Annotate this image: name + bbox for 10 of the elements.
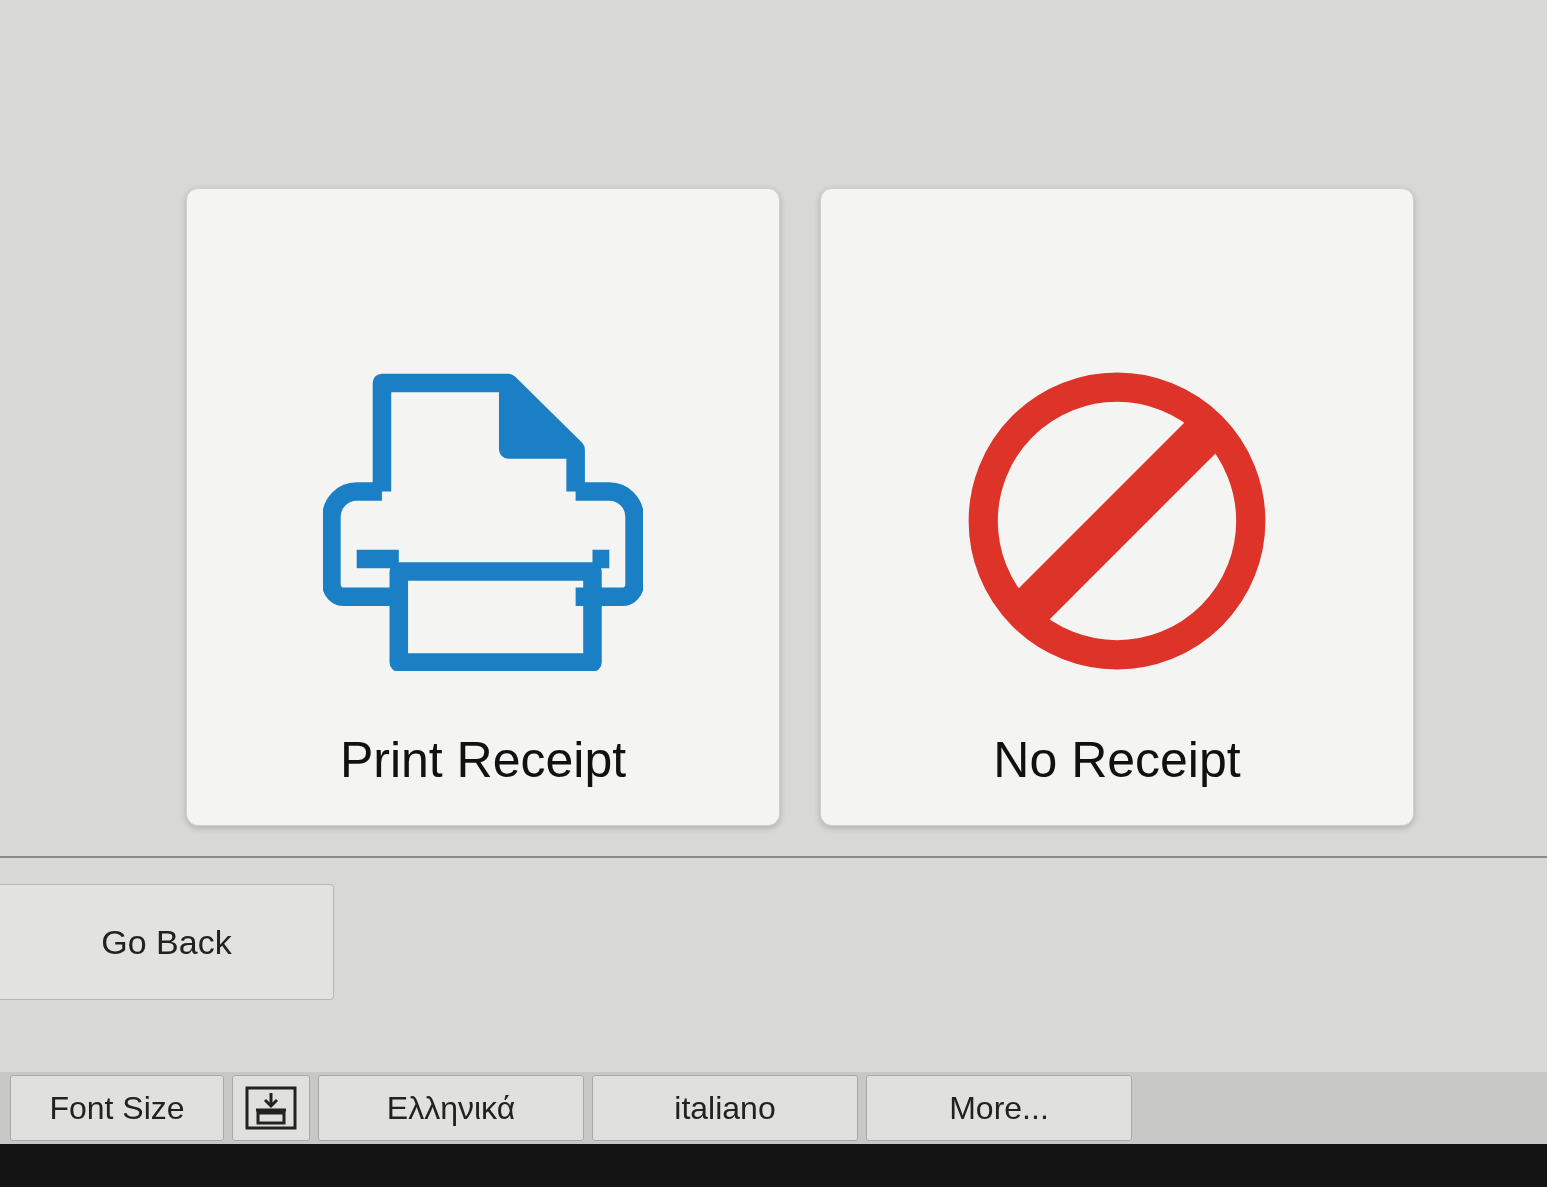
font-size-button[interactable]: Font Size <box>10 1075 224 1141</box>
language-button[interactable]: Ελληνικά <box>318 1075 584 1141</box>
language-button[interactable]: More... <box>866 1075 1132 1141</box>
language-button[interactable]: italiano <box>592 1075 858 1141</box>
printer-icon <box>323 371 643 671</box>
keyboard-toggle-button[interactable] <box>232 1075 310 1141</box>
go-back-button[interactable]: Go Back <box>0 884 334 1000</box>
receipt-option[interactable]: No Receipt <box>820 188 1414 826</box>
download-tray-icon <box>244 1085 298 1131</box>
receipt-option[interactable]: Print Receipt <box>186 188 780 826</box>
